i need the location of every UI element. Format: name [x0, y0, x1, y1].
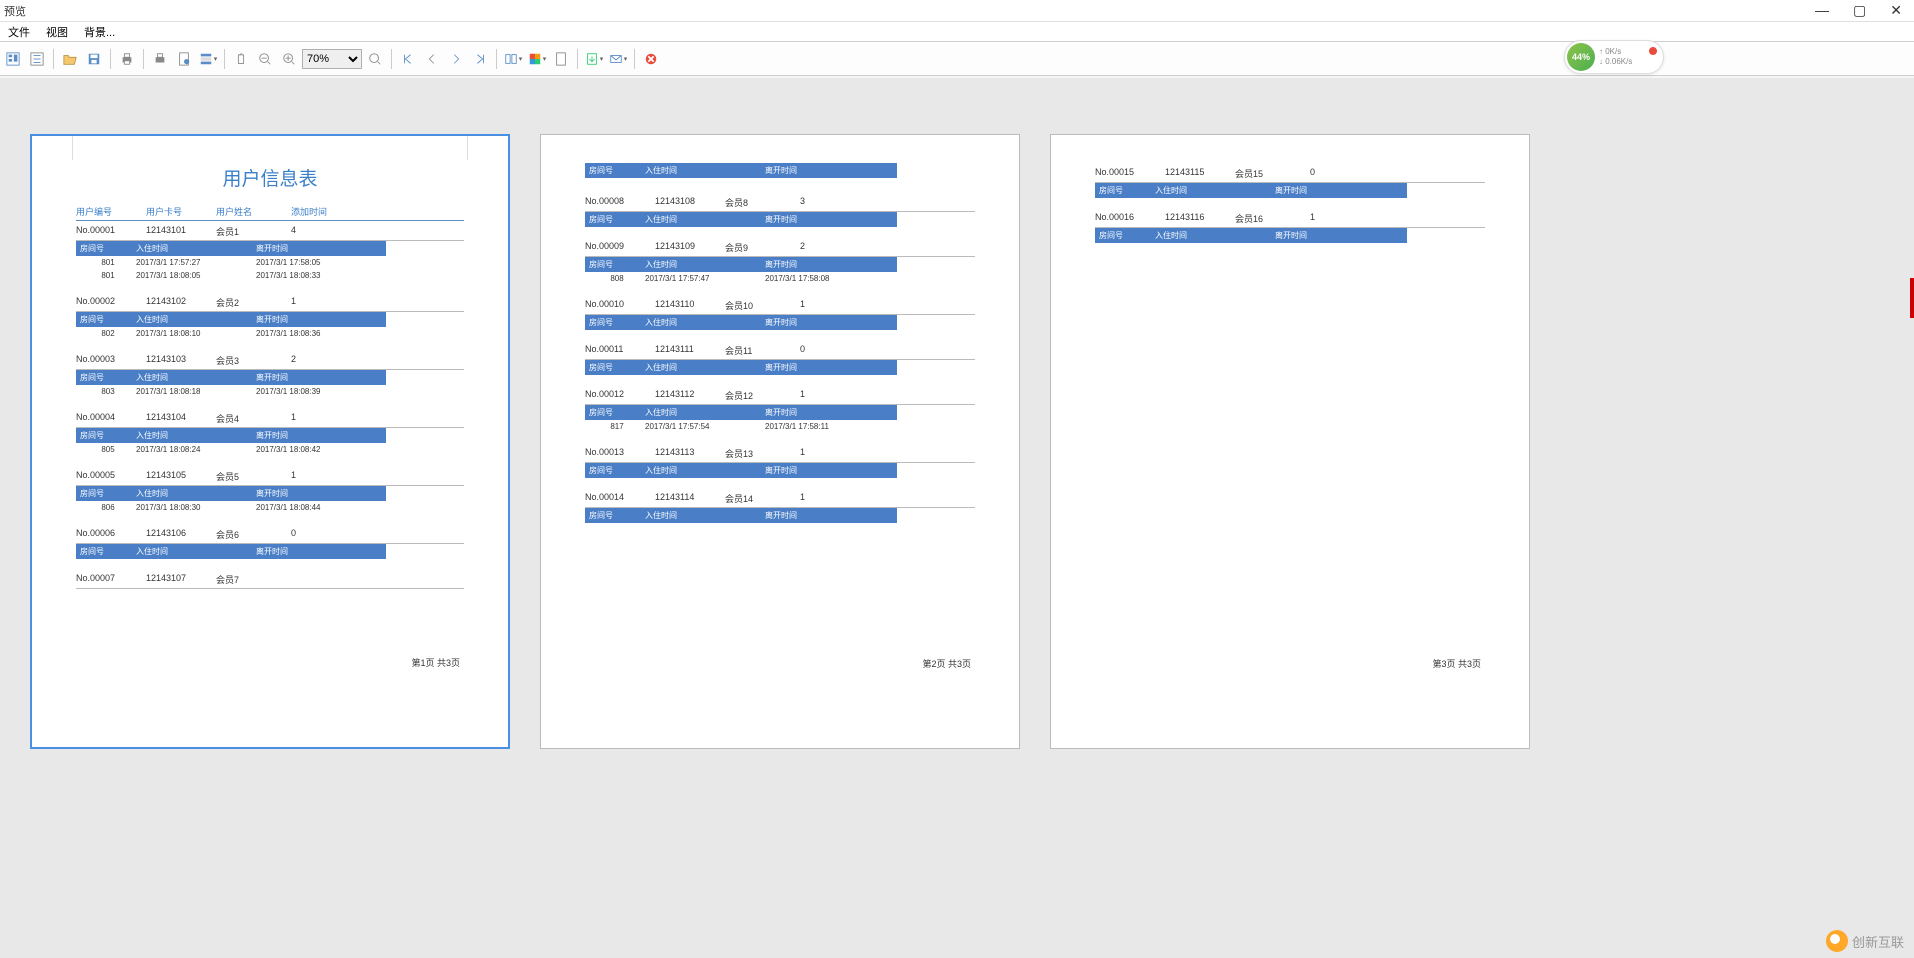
sub-header-row: 房间号入住时间离开时间 — [585, 405, 897, 420]
save-icon[interactable] — [83, 48, 105, 70]
document-icon[interactable] — [550, 48, 572, 70]
menu-view[interactable]: 视图 — [38, 22, 76, 42]
user-row: No.0000712143107会员7 — [76, 569, 464, 589]
user-row: No.0001612143116会员161 — [1095, 208, 1485, 228]
sub-header-row: 房间号入住时间离开时间 — [1095, 183, 1407, 198]
close-preview-icon[interactable] — [640, 48, 662, 70]
notification-dot-icon — [1647, 45, 1659, 57]
next-page-icon[interactable] — [445, 48, 467, 70]
sub-header-row: 房间号入住时间离开时间 — [585, 508, 897, 523]
network-monitor-widget[interactable]: 44% ↑ 0K/s ↓ 0.06K/s — [1564, 40, 1664, 74]
sub-header-row: 房间号入住时间离开时间 — [585, 257, 897, 272]
detail-row: 8082017/3/1 17:57:472017/3/1 17:58:08 — [585, 272, 975, 285]
color-icon[interactable]: ▾ — [526, 48, 548, 70]
scrollbar-hint[interactable] — [1910, 278, 1914, 318]
first-page-icon[interactable] — [397, 48, 419, 70]
user-row: No.0001412143114会员141 — [585, 488, 975, 508]
detail-row: 8022017/3/1 18:08:102017/3/1 18:08:36 — [76, 327, 464, 340]
zoom-out-icon[interactable] — [254, 48, 276, 70]
user-row: No.0000912143109会员92 — [585, 237, 975, 257]
open-icon[interactable] — [59, 48, 81, 70]
sub-header-row: 房间号入住时间离开时间 — [585, 163, 897, 178]
page-footer-1: 第1页 共3页 — [411, 656, 460, 669]
sub-header-row: 房间号入住时间离开时间 — [585, 315, 897, 330]
print-icon[interactable] — [116, 48, 138, 70]
user-row: No.0000612143106会员60 — [76, 524, 464, 544]
close-button[interactable]: ✕ — [1890, 2, 1902, 19]
menu-background[interactable]: 背景... — [76, 22, 123, 42]
user-row: No.0001112143111会员110 — [585, 340, 975, 360]
detail-row: 8062017/3/1 18:08:302017/3/1 18:08:44 — [76, 501, 464, 514]
sub-header-row: 房间号入住时间离开时间 — [76, 486, 386, 501]
zoom-fit-icon[interactable] — [364, 48, 386, 70]
watermark-logo-icon — [1826, 930, 1848, 952]
prev-page-icon[interactable] — [421, 48, 443, 70]
detail-row: 8012017/3/1 18:08:052017/3/1 18:08:33 — [76, 269, 464, 282]
user-row: No.0000412143104会员41 — [76, 408, 464, 428]
window-titlebar: 预览 — ▢ ✕ — [0, 0, 1914, 22]
multipage-icon[interactable]: ▾ — [502, 48, 524, 70]
user-row: No.0000112143101会员14 — [76, 221, 464, 241]
user-row: No.0000512143105会员51 — [76, 466, 464, 486]
sub-header-row: 房间号入住时间离开时间 — [76, 544, 386, 559]
email-icon[interactable]: ▾ — [607, 48, 629, 70]
user-row: No.0001212143112会员121 — [585, 385, 975, 405]
user-row: No.0000812143108会员83 — [585, 192, 975, 212]
user-row: No.0001012143110会员101 — [585, 295, 975, 315]
user-row: No.0000212143102会员21 — [76, 292, 464, 312]
detail-row: 8052017/3/1 18:08:242017/3/1 18:08:42 — [76, 443, 464, 456]
cpu-percent-badge: 44% — [1567, 43, 1595, 71]
zoom-select[interactable]: 70% — [302, 49, 362, 69]
detail-row: 8012017/3/1 17:57:272017/3/1 17:58:05 — [76, 256, 464, 269]
header-footer-icon[interactable]: ▾ — [197, 48, 219, 70]
zoom-in-icon[interactable] — [278, 48, 300, 70]
page-footer-2: 第2页 共3页 — [922, 657, 971, 670]
last-page-icon[interactable] — [469, 48, 491, 70]
menu-file[interactable]: 文件 — [0, 22, 38, 42]
sub-header-row: 房间号入住时间离开时间 — [76, 428, 386, 443]
user-row: No.0001512143115会员150 — [1095, 163, 1485, 183]
print-current-icon[interactable] — [149, 48, 171, 70]
report-title: 用户信息表 — [76, 164, 464, 191]
window-title: 预览 — [4, 3, 26, 19]
detail-row: 8032017/3/1 18:08:182017/3/1 18:08:39 — [76, 385, 464, 398]
report-tree-icon[interactable] — [2, 48, 24, 70]
menu-bar: 文件 视图 背景... — [0, 22, 1914, 42]
user-row: No.0000312143103会员32 — [76, 350, 464, 370]
hand-tool-icon[interactable] — [230, 48, 252, 70]
page-2[interactable]: 房间号入住时间离开时间No.0000812143108会员83房间号入住时间离开… — [540, 134, 1020, 749]
net-speed-text: ↑ 0K/s ↓ 0.06K/s — [1599, 47, 1632, 67]
page-3[interactable]: No.0001512143115会员150房间号入住时间离开时间No.00016… — [1050, 134, 1530, 749]
sub-header-row: 房间号入住时间离开时间 — [585, 360, 897, 375]
maximize-button[interactable]: ▢ — [1853, 2, 1866, 19]
sub-header-row: 房间号入住时间离开时间 — [585, 212, 897, 227]
sub-header-row: 房间号入住时间离开时间 — [1095, 228, 1407, 243]
report-outline-icon[interactable] — [26, 48, 48, 70]
detail-row: 8172017/3/1 17:57:542017/3/1 17:58:11 — [585, 420, 975, 433]
user-row: No.0001312143113会员131 — [585, 443, 975, 463]
page-footer-3: 第3页 共3页 — [1432, 657, 1481, 670]
sub-header-row: 房间号入住时间离开时间 — [76, 312, 386, 327]
preview-workspace[interactable]: 用户信息表 用户编号用户卡号用户姓名添加时间 No.0000112143101会… — [0, 78, 1914, 958]
page-setup-icon[interactable] — [173, 48, 195, 70]
page-1[interactable]: 用户信息表 用户编号用户卡号用户姓名添加时间 No.0000112143101会… — [30, 134, 510, 749]
sub-header-row: 房间号入住时间离开时间 — [585, 463, 897, 478]
sub-header-row: 房间号入住时间离开时间 — [76, 370, 386, 385]
main-columns-header: 用户编号用户卡号用户姓名添加时间 — [76, 203, 464, 221]
export-icon[interactable]: ▾ — [583, 48, 605, 70]
sub-header-row: 房间号入住时间离开时间 — [76, 241, 386, 256]
minimize-button[interactable]: — — [1815, 2, 1829, 19]
watermark: 创新互联 — [1826, 930, 1904, 952]
